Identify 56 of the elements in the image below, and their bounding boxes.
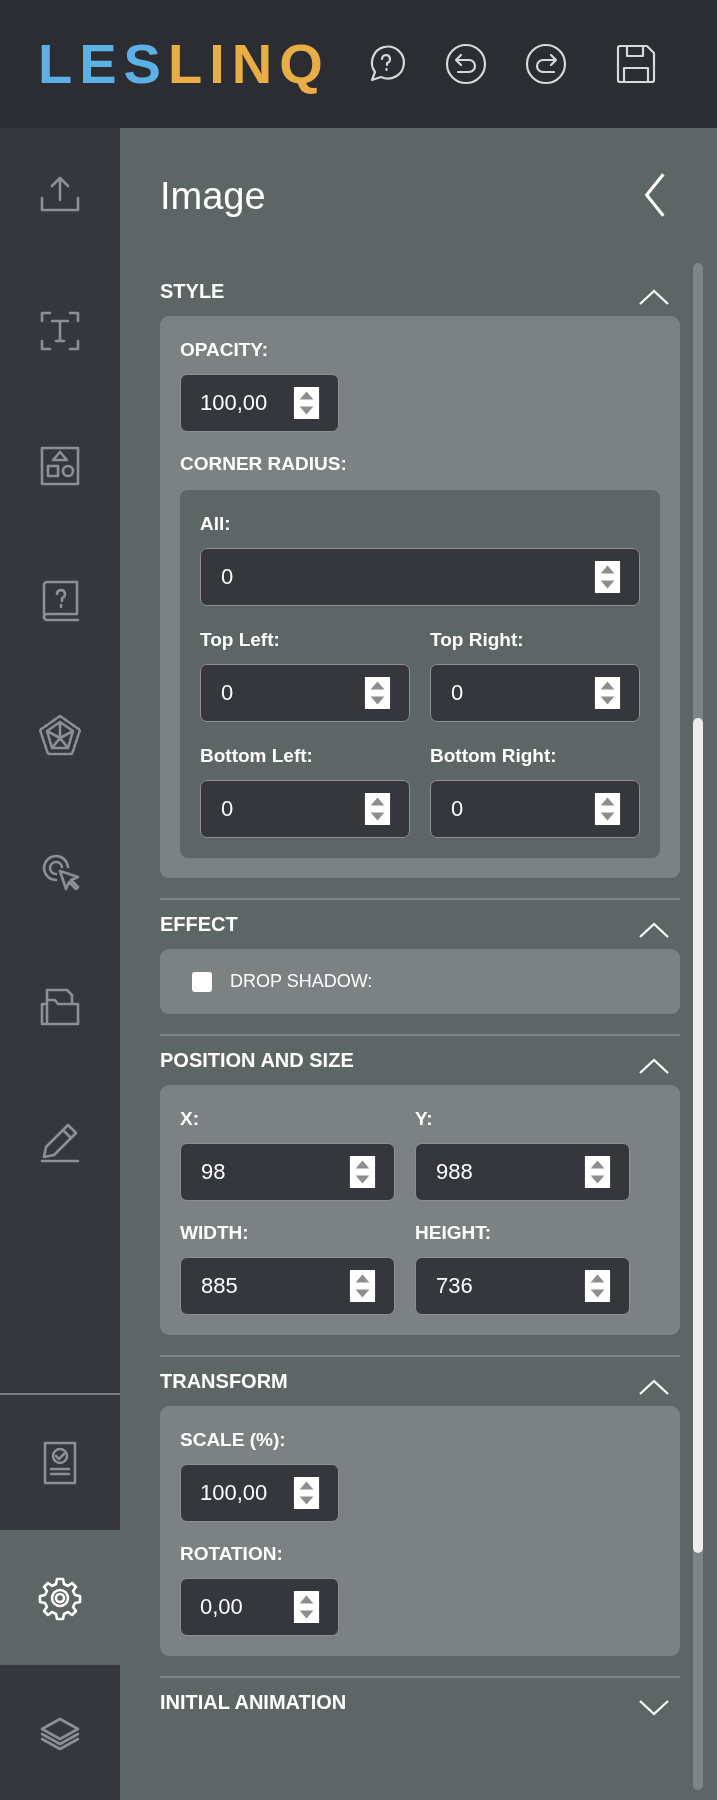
spinner-icon[interactable]: [293, 1591, 320, 1623]
collapse-button[interactable]: [638, 1377, 670, 1396]
number-field[interactable]: 0: [200, 664, 410, 722]
section-title: EFFECT: [160, 913, 238, 936]
checkbox[interactable]: [192, 971, 212, 992]
field-label: CORNER RADIUS:: [180, 452, 348, 476]
field-label: All:: [200, 512, 232, 536]
logo-text[interactable]: LES: [38, 32, 168, 95]
spinner-icon[interactable]: [364, 677, 391, 709]
spinner-icon[interactable]: [349, 1156, 376, 1188]
field-label: OPACITY:: [180, 338, 269, 362]
number-field[interactable]: 988: [415, 1143, 630, 1201]
spinner-icon[interactable]: [594, 561, 621, 593]
field-label: WIDTH:: [180, 1221, 250, 1245]
spinner-icon[interactable]: [293, 1477, 320, 1509]
field-label: ROTATION:: [180, 1542, 284, 1566]
section-title: TRANSFORM: [160, 1370, 288, 1393]
number-field[interactable]: 0: [200, 780, 410, 838]
field-label: Top Left:: [200, 628, 281, 652]
panel-title: Image: [160, 174, 266, 218]
spinner-icon[interactable]: [584, 1156, 611, 1188]
section-title: POSITION AND SIZE: [160, 1049, 354, 1072]
spinner-icon[interactable]: [584, 1270, 611, 1302]
number-field[interactable]: 736: [415, 1257, 630, 1315]
spinner-icon[interactable]: [594, 677, 621, 709]
collapse-button[interactable]: [638, 287, 670, 306]
field-label: X:: [180, 1107, 200, 1131]
number-field[interactable]: 0,00: [180, 1578, 339, 1636]
field-label: SCALE (%):: [180, 1428, 287, 1452]
number-field[interactable]: 885: [180, 1257, 395, 1315]
number-field[interactable]: 0: [430, 780, 640, 838]
spinner-icon[interactable]: [594, 793, 621, 825]
logo-text[interactable]: LINQ: [167, 32, 330, 95]
number-field[interactable]: 0: [200, 548, 640, 606]
field-label: Top Right:: [430, 628, 525, 652]
checkbox-label: DROP SHADOW:: [230, 971, 373, 992]
field-label: Bottom Left:: [200, 744, 314, 768]
field-label: Y:: [415, 1107, 434, 1131]
number-field[interactable]: 98: [180, 1143, 395, 1201]
collapse-button[interactable]: [638, 1056, 670, 1075]
section-title: STYLE: [160, 280, 225, 303]
field-label: Bottom Right:: [430, 744, 558, 768]
scrollbar[interactable]: [693, 263, 703, 1790]
redo-button[interactable]: [523, 42, 568, 86]
number-field[interactable]: 100,00: [180, 374, 339, 432]
spinner-icon[interactable]: [349, 1270, 376, 1302]
sidebar-button[interactable]: [0, 1530, 120, 1665]
number-field[interactable]: 100,00: [180, 1464, 339, 1522]
number-field[interactable]: 0: [430, 664, 640, 722]
field-label: HEIGHT:: [415, 1221, 492, 1245]
section-title: INITIAL ANIMATION: [160, 1691, 347, 1714]
spinner-icon[interactable]: [293, 387, 320, 419]
spinner-icon[interactable]: [364, 793, 391, 825]
collapse-button[interactable]: [638, 920, 670, 939]
undo-button[interactable]: [443, 42, 488, 86]
expand-button[interactable]: [638, 1698, 670, 1717]
